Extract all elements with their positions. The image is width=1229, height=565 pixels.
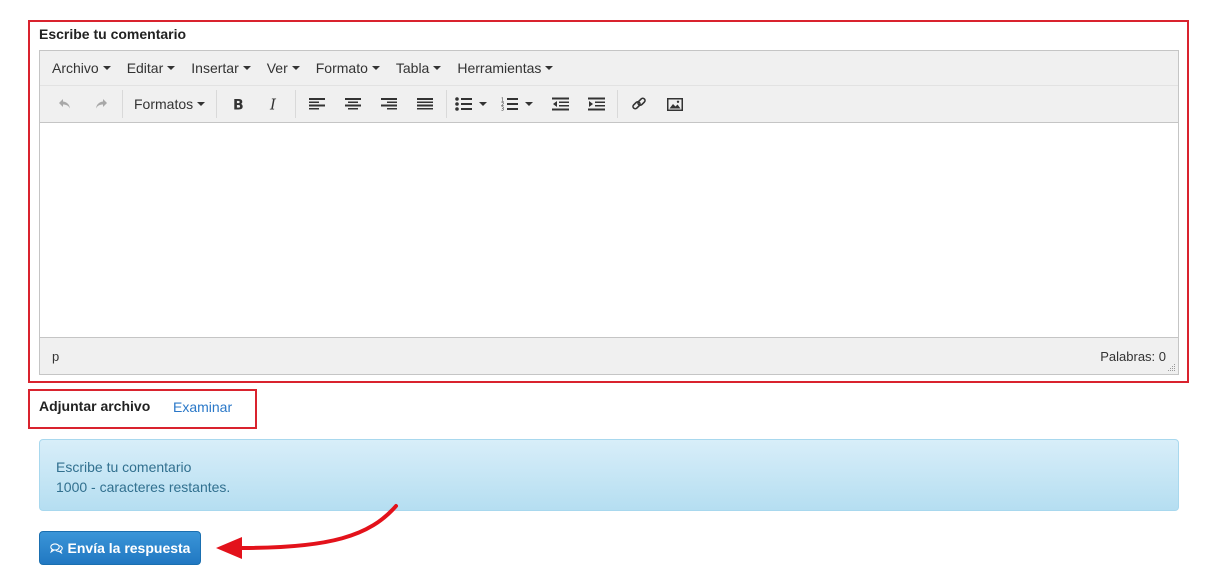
editor-toolbar: Formatos B I 1 2 3 [40, 86, 1178, 123]
menu-label: Editar [126, 60, 164, 76]
menu-herramientas[interactable]: Herramientas [449, 60, 561, 76]
image-icon [667, 97, 684, 111]
image-button[interactable] [657, 90, 693, 118]
menu-ver[interactable]: Ver [259, 60, 308, 76]
align-left-icon [309, 98, 326, 110]
comments-icon [49, 542, 63, 554]
menu-label: Herramientas [457, 60, 542, 76]
indent-button[interactable] [578, 90, 614, 118]
bullet-list-options[interactable] [476, 90, 490, 118]
caret-down-icon [291, 66, 300, 70]
menu-label: Archivo [52, 60, 99, 76]
insert-group [618, 90, 696, 118]
history-group [44, 90, 123, 118]
align-center-button[interactable] [335, 90, 371, 118]
numbered-list-button[interactable]: 123 [496, 90, 522, 118]
caret-down-icon [479, 102, 488, 106]
align-group [296, 90, 448, 118]
bold-button[interactable]: B [220, 90, 256, 118]
align-center-icon [345, 98, 362, 110]
menu-archivo[interactable]: Archivo [44, 60, 119, 76]
menu-label: Tabla [395, 60, 430, 76]
characters-remaining: 1000 - caracteres restantes. [56, 479, 231, 495]
list-group: 123 [447, 90, 619, 118]
svg-text:3: 3 [501, 107, 504, 112]
word-count: Palabras: 0 [1100, 348, 1166, 364]
italic-button[interactable]: I [256, 90, 292, 118]
formats-dropdown[interactable]: Formatos [126, 90, 213, 118]
align-right-icon [381, 98, 398, 110]
formats-group: Formatos [123, 90, 218, 118]
align-right-button[interactable] [371, 90, 407, 118]
element-path[interactable]: p [52, 349, 59, 364]
caret-down-icon [197, 102, 206, 106]
italic-icon: I [269, 97, 277, 111]
submit-label: Envía la respuesta [67, 540, 191, 556]
caret-down-icon [371, 66, 380, 70]
attachment-label: Adjuntar archivo [39, 398, 151, 414]
caret-down-icon [242, 66, 251, 70]
bullet-list-icon [454, 97, 472, 111]
menu-label: Formato [315, 60, 368, 76]
editor-menubar: Archivo Editar Insertar Ver Formato Tabl… [40, 51, 1178, 86]
resize-handle-icon[interactable] [1168, 364, 1176, 372]
annotation-arrow [216, 504, 398, 559]
browse-link[interactable]: Examinar [173, 399, 232, 415]
rich-text-editor: Archivo Editar Insertar Ver Formato Tabl… [39, 50, 1179, 375]
outdent-button[interactable] [542, 90, 578, 118]
caret-down-icon [102, 66, 111, 70]
numbered-list-icon: 123 [501, 98, 518, 112]
caret-down-icon [525, 102, 534, 106]
formats-label: Formatos [134, 96, 194, 112]
align-justify-icon [417, 98, 434, 110]
svg-text:I: I [269, 97, 277, 111]
redo-button[interactable] [83, 90, 119, 118]
undo-icon [59, 99, 70, 109]
editor-title: Escribe tu comentario [39, 26, 187, 42]
editor-content-area[interactable] [40, 123, 1178, 337]
align-justify-button[interactable] [407, 90, 443, 118]
menu-label: Insertar [191, 60, 239, 76]
bold-icon: B [233, 98, 244, 112]
menu-editar[interactable]: Editar [119, 60, 184, 76]
menu-tabla[interactable]: Tabla [388, 60, 449, 76]
svg-text:B: B [233, 98, 244, 112]
link-icon [632, 97, 646, 110]
menu-label: Ver [266, 60, 288, 76]
alert-title: Escribe tu comentario [56, 459, 192, 475]
submit-reply-button[interactable]: Envía la respuesta [39, 531, 201, 565]
indent-icon [587, 97, 605, 111]
editor-statusbar: p Palabras: 0 [40, 337, 1178, 374]
menu-insertar[interactable]: Insertar [183, 60, 258, 76]
undo-button[interactable] [47, 90, 83, 118]
bullet-list-button[interactable] [450, 90, 476, 118]
caret-down-icon [545, 66, 554, 70]
style-group: B I [217, 90, 297, 118]
outdent-icon [551, 97, 569, 111]
align-left-button[interactable] [299, 90, 335, 118]
numbered-list-options[interactable] [522, 90, 536, 118]
caret-down-icon [167, 66, 176, 70]
redo-icon [96, 99, 107, 109]
caret-down-icon [433, 66, 442, 70]
menu-formato[interactable]: Formato [308, 60, 388, 76]
link-button[interactable] [621, 90, 657, 118]
